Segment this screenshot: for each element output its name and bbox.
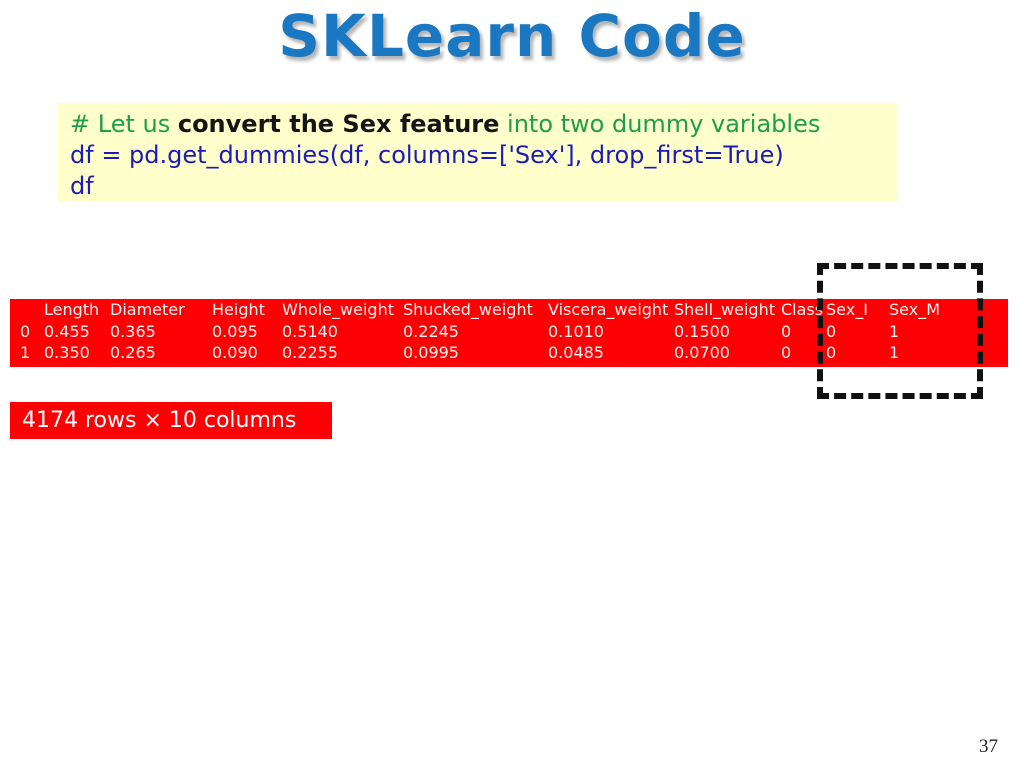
cell-whole-weight: 0.2255 <box>282 343 338 362</box>
page-title: SKLearn Code <box>278 2 746 70</box>
column-header-height: Height <box>212 300 265 319</box>
column-header-shell-weight: Shell_weight <box>674 300 775 319</box>
cell-length: 0.455 <box>44 322 90 341</box>
column-header-viscera-weight: Viscera_weight <box>548 300 669 319</box>
column-header-whole-weight: Whole_weight <box>282 300 394 319</box>
cell-viscera-weight: 0.0485 <box>548 343 604 362</box>
column-header-diameter: Diameter <box>110 300 185 319</box>
cell-whole-weight: 0.5140 <box>282 322 338 341</box>
dataframe-shape-badge: 4174 rows × 10 columns <box>10 402 332 439</box>
cell-length: 0.350 <box>44 343 90 362</box>
cell-shell-weight: 0.0700 <box>674 343 730 362</box>
code-line-df: df <box>70 172 94 200</box>
column-header-shucked-weight: Shucked_weight <box>403 300 533 319</box>
slide-number: 37 <box>979 736 998 757</box>
cell-diameter: 0.365 <box>110 322 156 341</box>
table-header-row: Length Diameter Height Whole_weight Shuc… <box>10 299 949 321</box>
cell-diameter: 0.265 <box>110 343 156 362</box>
cell-shucked-weight: 0.0995 <box>403 343 459 362</box>
code-line-get-dummies: df = pd.get_dummies(df, columns=['Sex'],… <box>70 141 784 169</box>
table-row: 0 0.455 0.365 0.095 0.5140 0.2245 0.1010… <box>10 321 949 342</box>
cell-height: 0.095 <box>212 322 258 341</box>
dataframe-table: Length Diameter Height Whole_weight Shuc… <box>10 299 949 363</box>
code-block: # Let us convert the Sex feature into tw… <box>58 103 897 202</box>
column-header-index <box>10 299 44 321</box>
dashed-highlight-box <box>817 263 983 399</box>
cell-viscera-weight: 0.1010 <box>548 322 604 341</box>
row-index: 0 <box>20 322 31 341</box>
cell-shucked-weight: 0.2245 <box>403 322 459 341</box>
comment-text-suffix: into two dummy variables <box>499 110 821 138</box>
comment-text-bold: convert the Sex feature <box>177 110 500 138</box>
comment-text-prefix: # Let us <box>70 110 178 138</box>
row-index: 1 <box>20 343 31 362</box>
cell-shell-weight: 0.1500 <box>674 322 730 341</box>
table-row: 1 0.350 0.265 0.090 0.2255 0.0995 0.0485… <box>10 342 949 363</box>
cell-height: 0.090 <box>212 343 258 362</box>
code-line-comment: # Let us convert the Sex feature into tw… <box>70 109 897 140</box>
column-header-length: Length <box>44 300 100 319</box>
